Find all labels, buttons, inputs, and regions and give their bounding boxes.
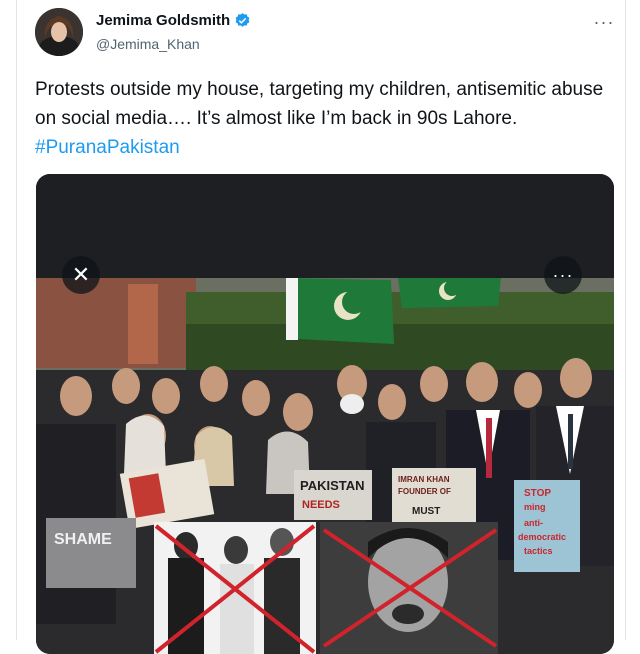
author-handle[interactable]: @Jemima_Khan (96, 36, 200, 52)
sign-stop-4: democratic (518, 532, 566, 542)
tweet-media[interactable]: PAKISTAN NEEDS IMRAN KHAN FOUNDER OF MUS… (36, 174, 614, 654)
verified-badge-icon (235, 13, 250, 27)
sign-stop-2: ming (524, 502, 546, 512)
sign-stop-1: STOP (524, 488, 551, 499)
media-more-icon[interactable]: ··· (544, 256, 582, 294)
sign-imran-1: IMRAN KHAN (398, 475, 450, 484)
author-display-name[interactable]: Jemima Goldsmith (96, 12, 230, 29)
more-options-icon[interactable]: ··· (592, 10, 616, 34)
sign-pakistan: PAKISTAN (300, 478, 365, 493)
tweet-text: Protests outside my house, targeting my … (35, 75, 615, 162)
sign-stop-5: tactics (524, 546, 553, 556)
sign-shame: SHAME (54, 531, 112, 548)
avatar[interactable] (35, 8, 83, 56)
tweet-body: Protests outside my house, targeting my … (35, 79, 604, 129)
sign-stop-3: anti- (524, 518, 543, 528)
hashtag-link[interactable]: #PuranaPakistan (35, 137, 180, 158)
avatar-photo (35, 8, 83, 56)
sign-imran-2: FOUNDER OF (398, 487, 451, 496)
protest-photo: PAKISTAN NEEDS IMRAN KHAN FOUNDER OF MUS… (36, 174, 614, 654)
sign-needs: NEEDS (302, 499, 340, 511)
author-name-row: Jemima Goldsmith (96, 12, 251, 29)
close-icon[interactable]: ✕ (62, 256, 100, 294)
sign-imran-3: MUST (412, 506, 440, 517)
